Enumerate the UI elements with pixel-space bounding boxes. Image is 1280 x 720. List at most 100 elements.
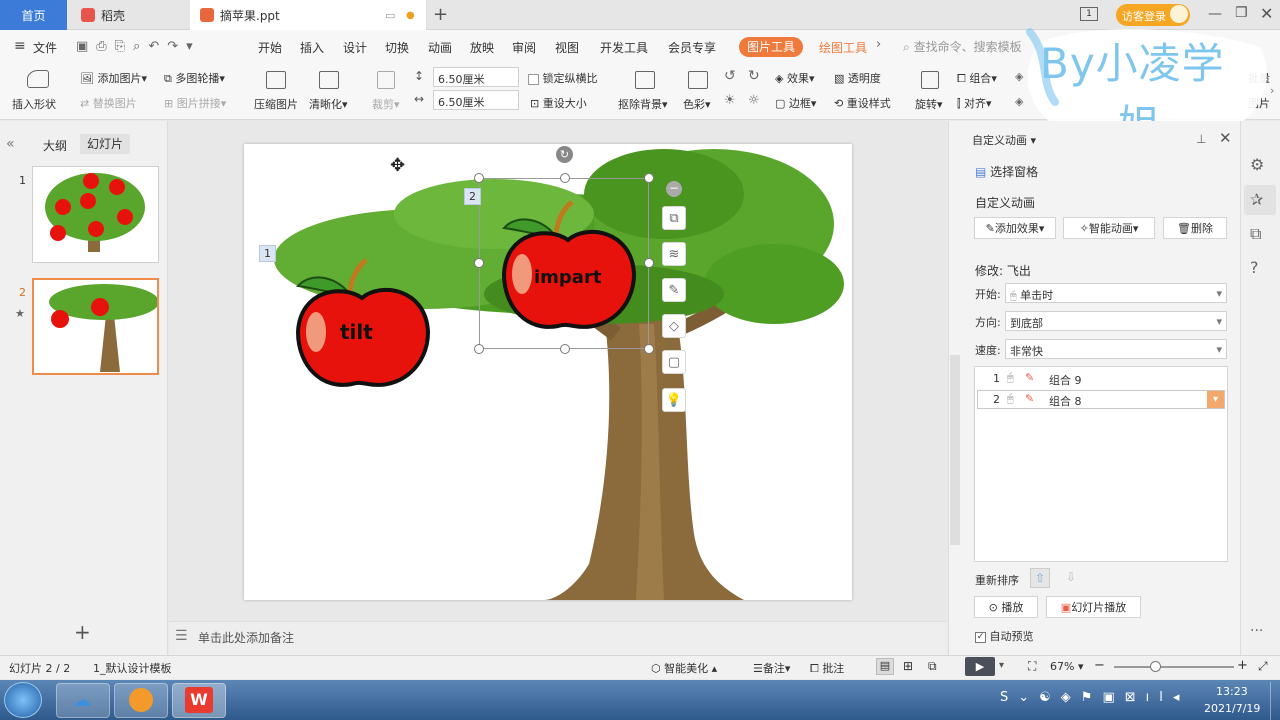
auto-preview-checkbox[interactable]: ✓ 自动预览: [975, 628, 1034, 644]
monitor-icon[interactable]: ▭: [385, 9, 395, 22]
menu-drawing-tools[interactable]: 绘图工具: [819, 39, 867, 56]
sorter-view-icon[interactable]: ⊞: [903, 659, 913, 673]
taskbar-wps[interactable]: W: [172, 683, 226, 718]
direction-select[interactable]: 到底部 ▾: [1005, 311, 1227, 331]
slide-thumbnail-2[interactable]: [32, 278, 159, 375]
move-down-icon[interactable]: ⇩: [1061, 568, 1081, 588]
add-picture-button[interactable]: 🖼 添加图片▾: [80, 70, 147, 86]
help-icon[interactable]: ?: [1250, 258, 1259, 277]
show-desktop-button[interactable]: [1270, 682, 1280, 720]
smart-animation-button[interactable]: ✧ 智能动画 ▾: [1063, 217, 1155, 239]
resize-handle-bl[interactable]: [474, 344, 484, 354]
add-effect-button[interactable]: ✎ 添加效果 ▾: [974, 217, 1056, 239]
slideshow-button[interactable]: ▣ 幻灯片播放: [1046, 596, 1141, 618]
rotate-handle-icon[interactable]: ↻: [556, 146, 573, 163]
quick-access-icons[interactable]: ▣⎙⎘⌕↶↷▾: [76, 39, 201, 54]
tab-slides[interactable]: 幻灯片: [80, 134, 130, 154]
zoom-slider-track[interactable]: [1114, 666, 1234, 668]
menu-animation[interactable]: 动画: [428, 39, 452, 56]
lock-ratio-checkbox[interactable]: 锁定纵横比: [528, 70, 598, 86]
replace-picture-button[interactable]: ⇄ 替换图片: [80, 95, 137, 111]
menu-review[interactable]: 审阅: [512, 39, 536, 56]
lightbulb-float-icon[interactable]: 💡: [662, 388, 686, 412]
layout-icon[interactable]: 1: [1080, 7, 1098, 21]
move-up-icon[interactable]: ⇧: [1030, 568, 1050, 588]
reading-view-icon[interactable]: ⧉: [928, 659, 937, 674]
fit-window-icon[interactable]: ⛶: [1028, 659, 1036, 674]
restore-icon[interactable]: ❐: [1235, 5, 1248, 21]
notes-bar[interactable]: ☰ 单击此处添加备注: [169, 621, 947, 655]
reset-style-button[interactable]: ⟲ 重设样式: [834, 95, 891, 111]
align-button[interactable]: ⫿ 对齐▾: [957, 95, 992, 111]
tab-daoke[interactable]: 稻壳: [67, 0, 189, 30]
animation-star-sidebar-icon[interactable]: ✰: [1250, 190, 1263, 209]
settings-sliders-icon[interactable]: ⚙: [1250, 155, 1264, 174]
layers-float-icon[interactable]: ≋: [662, 242, 686, 266]
rotate-left-icon[interactable]: ↺: [724, 68, 736, 84]
collapse-toolbar-icon[interactable]: −: [666, 181, 682, 197]
start-select[interactable]: 🖱 单击时 ▾: [1005, 283, 1227, 303]
pin-icon[interactable]: ⊥: [1196, 132, 1206, 146]
fullscreen-icon[interactable]: ⤢: [1258, 659, 1268, 674]
minimize-icon[interactable]: —: [1208, 6, 1222, 22]
menu-developer[interactable]: 开发工具: [600, 39, 648, 56]
resize-handle-b[interactable]: [560, 344, 570, 354]
chevron-right-icon[interactable]: ›: [876, 37, 881, 52]
width-field[interactable]: 6.50厘米: [433, 90, 519, 110]
resize-handle-r[interactable]: [644, 258, 654, 268]
resize-handle-br[interactable]: [644, 344, 654, 354]
reset-size-button[interactable]: ⊡ 重设大小: [530, 95, 587, 111]
menu-view[interactable]: 视图: [555, 39, 579, 56]
resize-handle-t[interactable]: [560, 173, 570, 183]
group-button[interactable]: ⧠ 组合▾: [957, 70, 997, 86]
crop-button[interactable]: 裁剪▾: [372, 96, 400, 112]
selection-pane-button[interactable]: ▤ 选择窗格: [975, 163, 1038, 180]
animation-list-item-selected[interactable]: 2 🖱 ✎ 组合 8 ▾: [977, 390, 1225, 409]
crop-float-icon[interactable]: ⧉: [662, 206, 686, 230]
pen-float-icon[interactable]: ✎: [662, 278, 686, 302]
play-slideshow-icon[interactable]: ▶: [965, 657, 995, 676]
close-icon[interactable]: ✕: [1260, 4, 1273, 23]
normal-view-icon[interactable]: ▤: [876, 658, 894, 675]
zoom-value[interactable]: 67% ▾: [1050, 660, 1083, 673]
effects-button[interactable]: ◈ 效果▾: [775, 70, 815, 86]
resize-handle-tr[interactable]: [644, 173, 654, 183]
transparency-button[interactable]: ▧ 透明度: [834, 70, 881, 86]
height-field[interactable]: 6.50厘米: [433, 67, 519, 87]
zoom-in-icon[interactable]: +: [1237, 658, 1248, 673]
remove-bg-button[interactable]: 抠除背景▾: [618, 96, 668, 112]
tab-outline[interactable]: 大纲: [43, 137, 67, 154]
tab-document[interactable]: 摘苹果.ppt ▭ ●: [190, 0, 427, 30]
compress-button[interactable]: 压缩图片: [254, 96, 298, 112]
collapse-pane-icon[interactable]: «: [6, 136, 15, 152]
command-search[interactable]: ⌕ 查找命令、搜索模板: [903, 38, 1025, 55]
slide-thumbnail-1[interactable]: [32, 166, 159, 263]
new-tab-button[interactable]: +: [433, 4, 448, 25]
hamburger-icon[interactable]: ≡: [14, 38, 26, 54]
animation-pane-title[interactable]: 自定义动画 ▾: [972, 132, 1036, 148]
insert-shape-button[interactable]: 插入形状: [12, 96, 56, 112]
menu-picture-tools[interactable]: 图片工具: [739, 37, 803, 57]
menu-file[interactable]: 文件: [33, 39, 57, 56]
comments-button[interactable]: ⧠ 批注: [810, 660, 844, 676]
menu-transition[interactable]: 切换: [385, 39, 409, 56]
taskbar-app-2[interactable]: [114, 683, 168, 718]
taskbar-app-1[interactable]: ☁: [56, 683, 110, 718]
more-icon[interactable]: ···: [1250, 623, 1263, 639]
rotate-button[interactable]: 旋转▾: [915, 96, 943, 112]
fill-float-icon[interactable]: ◇: [662, 314, 686, 338]
slideshow-dropdown-icon[interactable]: ▾: [999, 660, 1004, 671]
play-button[interactable]: ⊙ 播放: [974, 596, 1038, 618]
pane-scrollbar[interactable]: [950, 355, 960, 545]
animation-tag-1[interactable]: 1: [259, 245, 276, 262]
speed-select[interactable]: 非常快 ▾: [1005, 339, 1227, 359]
avatar[interactable]: [1170, 5, 1188, 23]
menu-slideshow[interactable]: 放映: [470, 39, 494, 56]
menu-insert[interactable]: 插入: [300, 39, 324, 56]
border-button[interactable]: ▢ 边框▾: [775, 95, 816, 111]
color-button[interactable]: 色彩▾: [683, 96, 711, 112]
start-button[interactable]: [4, 682, 42, 718]
item-dropdown-icon[interactable]: ▾: [1207, 391, 1224, 408]
sharpen-button[interactable]: 清晰化▾: [309, 96, 348, 112]
brightness-up-icon[interactable]: ☀: [724, 93, 736, 108]
